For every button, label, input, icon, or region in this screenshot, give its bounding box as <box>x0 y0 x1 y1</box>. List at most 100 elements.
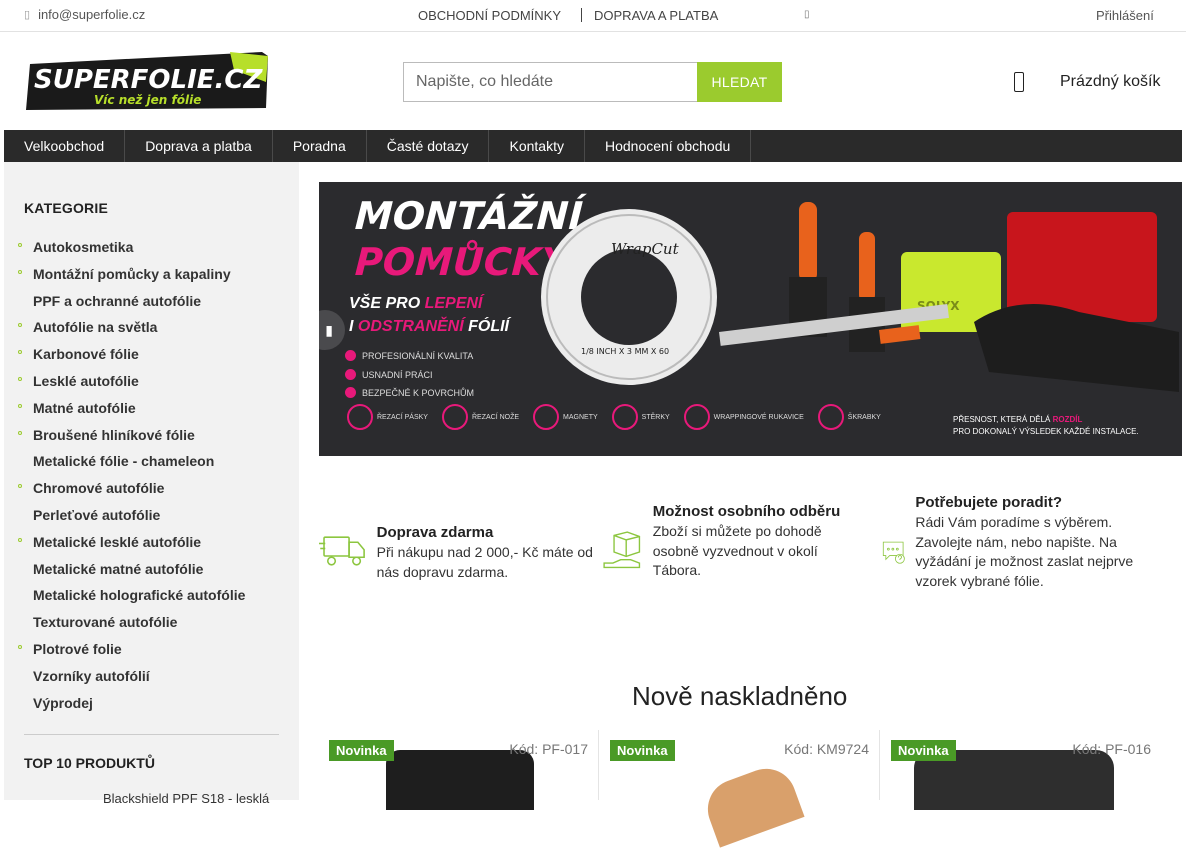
nav-item-wholesale[interactable]: Velkoobchod <box>4 130 126 162</box>
svg-text:WrapCut: WrapCut <box>611 240 680 258</box>
sidebar-category-item[interactable]: Metalické fólie - chameleon <box>18 452 245 479</box>
category-label: Výprodej <box>33 694 93 711</box>
product-code: Kód: PF-017 <box>509 741 588 757</box>
sidebar-category-item[interactable]: PPF a ochranné autofólie <box>18 292 245 319</box>
category-label: Plotrové folie <box>33 640 122 657</box>
contact-email[interactable]: ▯ info@superfolie.cz <box>24 7 145 22</box>
product-card[interactable]: Novinka Kód: PF-017 <box>318 730 599 810</box>
banner-icon-row: ŘEZACÍ PÁSKY ŘEZACÍ NOŽE MAGNETY STĚRKY … <box>347 404 881 430</box>
cart[interactable]: Prázdný košík <box>1014 72 1160 92</box>
sidebar-category-item[interactable]: Plotrové folie <box>18 640 245 667</box>
sidebar-category-item[interactable]: Karbonové fólie <box>18 345 245 372</box>
squeegee-icon <box>611 404 638 430</box>
email-text: info@superfolie.cz <box>38 7 146 22</box>
nav-item-faq[interactable]: Časté dotazy <box>367 130 490 162</box>
expand-bullet-icon <box>18 350 22 355</box>
top-product-item[interactable]: Blackshield PPF S18 - lesklá <box>103 791 269 806</box>
new-badge: Novinka <box>610 740 675 761</box>
squeegee-feature: STĚRKY <box>611 404 670 430</box>
site-logo[interactable]: SUPERFOLIE.CZ Víc než jen fólie <box>24 52 270 110</box>
expand-bullet-icon <box>18 537 22 542</box>
sidebar-category-item[interactable]: Autokosmetika <box>18 238 245 265</box>
expand-bullet-icon <box>18 323 22 328</box>
category-label: Broušené hliníkové fólie <box>33 426 195 443</box>
info-title: Potřebujete poradit? <box>915 494 1063 511</box>
sidebar-category-item[interactable]: Matné autofólie <box>18 399 245 426</box>
sidebar-category-item[interactable]: Výprodej <box>18 694 245 721</box>
new-badge: Novinka <box>891 740 956 761</box>
truck-icon <box>319 536 365 566</box>
hero-banner[interactable]: ▮ MONTÁŽNÍ POMŮCKY VŠE PRO LEPENÍ I ODST… <box>319 182 1182 456</box>
mail-icon: ▯ <box>24 9 31 21</box>
new-products-title: Nově naskladněno <box>632 681 848 711</box>
top-links: OBCHODNÍ PODMÍNKY DOPRAVA A PLATBA <box>418 8 718 23</box>
expand-bullet-icon <box>18 403 22 408</box>
info-text: Rádi Vám poradíme s výběrem. Zavolejte n… <box>915 514 1134 589</box>
info-advice: Potřebujete poradit? Rádi Vám poradíme s… <box>882 493 1157 591</box>
info-title: Možnost osobního odběru <box>652 503 841 520</box>
expand-bullet-icon <box>18 484 22 489</box>
info-pickup: Možnost osobního odběru Zboží si můžete … <box>603 502 868 590</box>
sidebar-category-item[interactable]: Chromové autofólie <box>18 479 245 506</box>
product-image[interactable] <box>386 750 534 810</box>
sidebar-category-item[interactable]: Metalické holografické autofólie <box>18 586 245 613</box>
sidebar-category-item[interactable]: Autofólie na světla <box>18 318 245 345</box>
product-card[interactable]: Novinka Kód: PF-016 <box>880 730 1161 810</box>
product-card[interactable]: Novinka Kód: KM9724 <box>599 730 880 848</box>
sidebar-category-item[interactable]: Lesklé autofólie <box>18 372 245 399</box>
logo-tagline: Víc než jen fólie <box>94 93 201 107</box>
expand-bullet-icon <box>18 243 22 247</box>
search-button[interactable]: HLEDAT <box>697 62 782 102</box>
language-switch-icon[interactable]: ▯ <box>804 9 810 20</box>
cutting-knife-feature: ŘEZACÍ NOŽE <box>441 404 519 430</box>
product-image[interactable] <box>699 760 805 848</box>
banner-note: PŘESNOST, KTERÁ DĚLÁ ROZDÍL PRO DOKONALÝ… <box>953 415 1139 436</box>
nav-item-contacts[interactable]: Kontakty <box>489 130 585 162</box>
category-label: Texturované autofólie <box>33 614 178 631</box>
info-text: Při nákupu nad 2 000,- Kč máte od nás do… <box>376 544 593 580</box>
nav-item-reviews[interactable]: Hodnocení obchodu <box>585 130 752 162</box>
scraper-icon <box>817 404 844 430</box>
sidebar-category-item[interactable]: Metalické lesklé autofólie <box>18 533 245 560</box>
category-label: Autokosmetika <box>33 239 134 255</box>
login-link[interactable]: Přihlášení <box>1096 8 1154 23</box>
logo-text: SUPERFOLIE.CZ <box>34 65 263 95</box>
category-label: Metalické holografické autofólie <box>33 587 246 604</box>
category-label: Montážní pomůcky a kapaliny <box>33 265 231 282</box>
new-badge: Novinka <box>329 740 394 761</box>
category-label: PPF a ochranné autofólie <box>33 292 202 309</box>
category-label: Autofólie na světla <box>33 319 158 336</box>
info-free-shipping: Doprava zdarma Při nákupu nad 2 000,- Kč… <box>319 523 597 582</box>
new-products-grid: Novinka Kód: PF-017 Novinka Kód: KM9724 … <box>318 730 1180 848</box>
sidebar-category-item[interactable]: Broušené hliníkové fólie <box>18 426 245 453</box>
search-bar: HLEDAT <box>403 62 782 102</box>
top-products-title: TOP 10 PRODUKTŮ <box>24 755 155 771</box>
categories-title: KATEGORIE <box>24 200 108 216</box>
sidebar-category-item[interactable]: Montážní pomůcky a kapaliny <box>18 265 245 292</box>
main-nav: Velkoobchod Doprava a platba Poradna Čas… <box>4 130 1182 162</box>
category-label: Metalické fólie - chameleon <box>33 453 215 470</box>
category-label: Karbonové fólie <box>33 346 139 363</box>
expand-bullet-icon <box>18 269 22 274</box>
expand-bullet-icon <box>18 644 22 649</box>
gloves-feature: WRAPPINGOVÉ RUKAVICE <box>683 404 804 430</box>
sidebar-category-item[interactable]: Metalické matné autofólie <box>18 560 245 587</box>
svg-text:1/8 INCH X 3 MM X 60: 1/8 INCH X 3 MM X 60 <box>581 347 669 356</box>
category-label: Metalické lesklé autofólie <box>33 533 202 550</box>
cart-label: Prázdný košík <box>1060 73 1161 90</box>
sidebar-divider <box>24 734 279 735</box>
nav-item-advice[interactable]: Poradna <box>273 130 367 162</box>
search-input[interactable] <box>403 62 697 102</box>
info-title: Doprava zdarma <box>376 524 494 541</box>
link-shipping[interactable]: DOPRAVA A PLATBA <box>594 8 718 23</box>
link-terms[interactable]: OBCHODNÍ PODMÍNKY <box>418 8 561 23</box>
category-label: Chromové autofólie <box>33 480 165 497</box>
nav-item-shipping[interactable]: Doprava a platba <box>125 130 273 162</box>
sidebar: KATEGORIE Autokosmetika Montážní pomůcky … <box>4 162 299 806</box>
sidebar-category-item[interactable]: Vzorníky autofólií <box>18 667 245 694</box>
sidebar-category-item[interactable]: Texturované autofólie <box>18 613 245 640</box>
sidebar-category-item[interactable]: Perleťové autofólie <box>18 506 245 533</box>
info-text: Zboží si můžete po dohodě osobně vyzvedn… <box>652 523 822 578</box>
top-bar: ▯ info@superfolie.cz OBCHODNÍ PODMÍNKY D… <box>0 0 1186 32</box>
cart-icon <box>1014 72 1024 92</box>
